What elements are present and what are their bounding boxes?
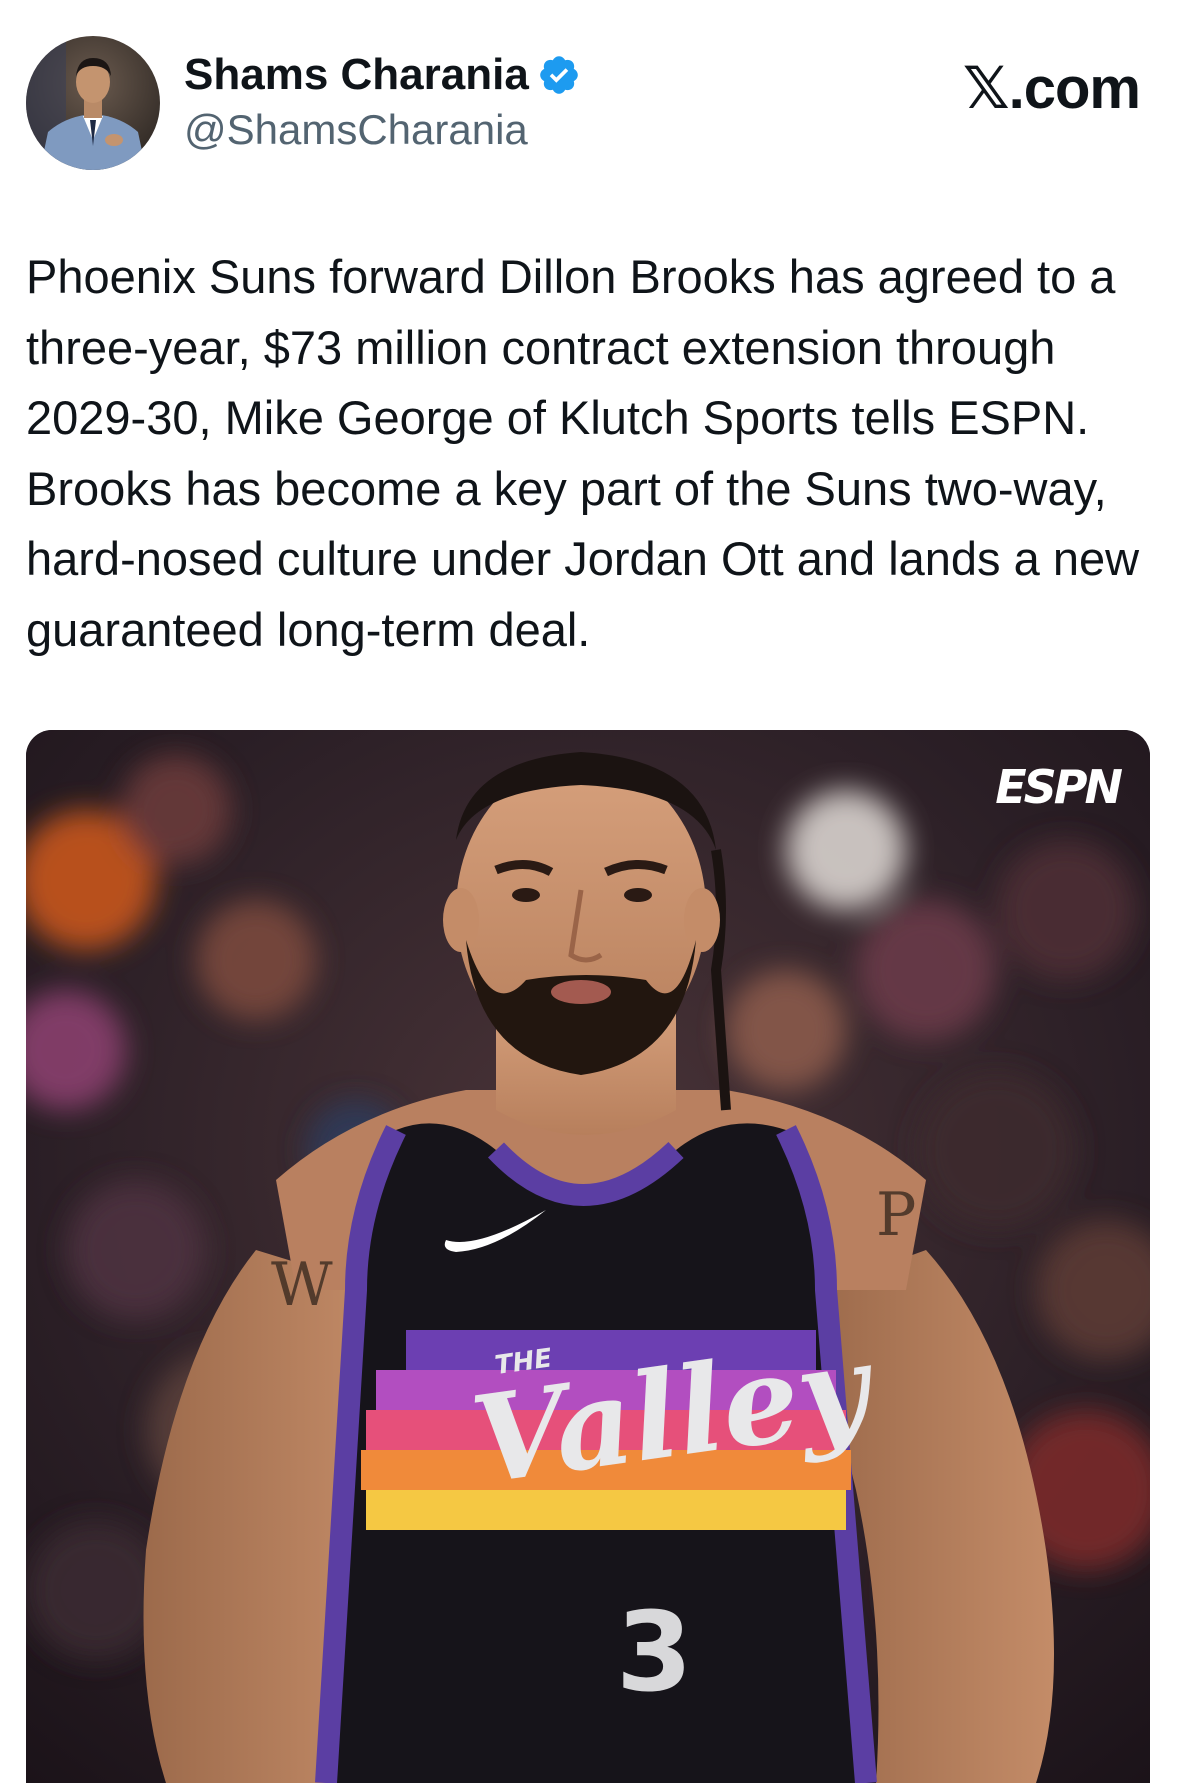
tweet-text: Phoenix Suns forward Dillon Brooks has a… bbox=[26, 250, 1140, 656]
tweet-media-image[interactable]: Valley THE 3 W P ESPN bbox=[26, 730, 1150, 1783]
player-photo: Valley THE 3 W P bbox=[26, 730, 1150, 1783]
author-name[interactable]: Shams Charania bbox=[184, 50, 529, 100]
x-brand-logo: 𝕏.com bbox=[962, 56, 1141, 121]
avatar-image bbox=[26, 36, 160, 170]
espn-watermark-logo: ESPN bbox=[995, 760, 1123, 814]
author-handle[interactable]: @ShamsCharania bbox=[184, 106, 528, 154]
tweet-screenshot: · · · · · · · · Shams Charania bbox=[0, 0, 1178, 1783]
jersey-number: 3 bbox=[616, 1588, 693, 1716]
author-name-row[interactable]: Shams Charania bbox=[184, 48, 581, 102]
avatar[interactable] bbox=[26, 36, 160, 170]
tattoo-right: P bbox=[876, 1180, 916, 1250]
cropped-previous-line: · · · · · · · · bbox=[0, 0, 1178, 14]
tattoo-left: W bbox=[271, 1250, 333, 1320]
verified-badge-icon bbox=[540, 56, 578, 94]
